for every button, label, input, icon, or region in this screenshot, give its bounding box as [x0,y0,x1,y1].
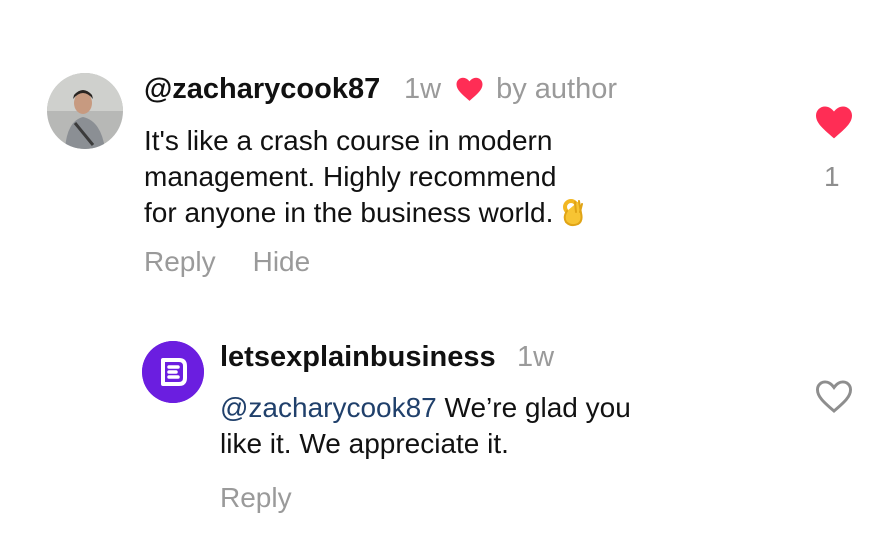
reply-time: 1w [517,341,555,373]
reply-text-line: @zacharycook87 We’re glad you [220,390,740,426]
comment-text-line: It's like a crash course in modern [144,125,553,156]
like-heart-icon[interactable] [814,104,854,140]
like-heart-outline-icon[interactable] [814,378,854,414]
comment-text: It's like a crash course in modern manag… [144,123,664,231]
comment-meta: 1w by author [404,72,617,106]
brand-logo-icon [142,341,204,403]
comment-text-line: for anyone in the business world. [144,195,664,231]
ok-hand-icon [559,197,585,227]
reply-button[interactable]: Reply [220,482,292,513]
reply-button[interactable]: Reply [144,245,216,279]
reply-text-content: We’re glad you [436,392,631,423]
reply-text: @zacharycook87 We’re glad you like it. W… [220,390,740,462]
reply-text-line: like it. We appreciate it. [220,428,509,459]
brand-avatar[interactable] [142,341,204,403]
comment-actions: Reply Hide [144,245,310,279]
comment-text-line: management. Highly recommend [144,161,557,192]
comment-username[interactable]: @zacharycook87 [144,72,380,106]
user-photo [47,73,123,149]
like-count[interactable]: 1 [824,160,840,194]
mention-link[interactable]: @zacharycook87 [220,392,437,423]
by-author-badge: by author [496,73,617,105]
author-liked-heart-icon [455,76,484,102]
avatar[interactable] [47,73,123,149]
comment-time: 1w [404,73,442,105]
reply-username[interactable]: letsexplainbusiness [220,340,496,374]
hide-button[interactable]: Hide [253,245,311,279]
comment-text-line-content: for anyone in the business world. [144,197,554,228]
reply-actions: Reply [220,481,292,515]
